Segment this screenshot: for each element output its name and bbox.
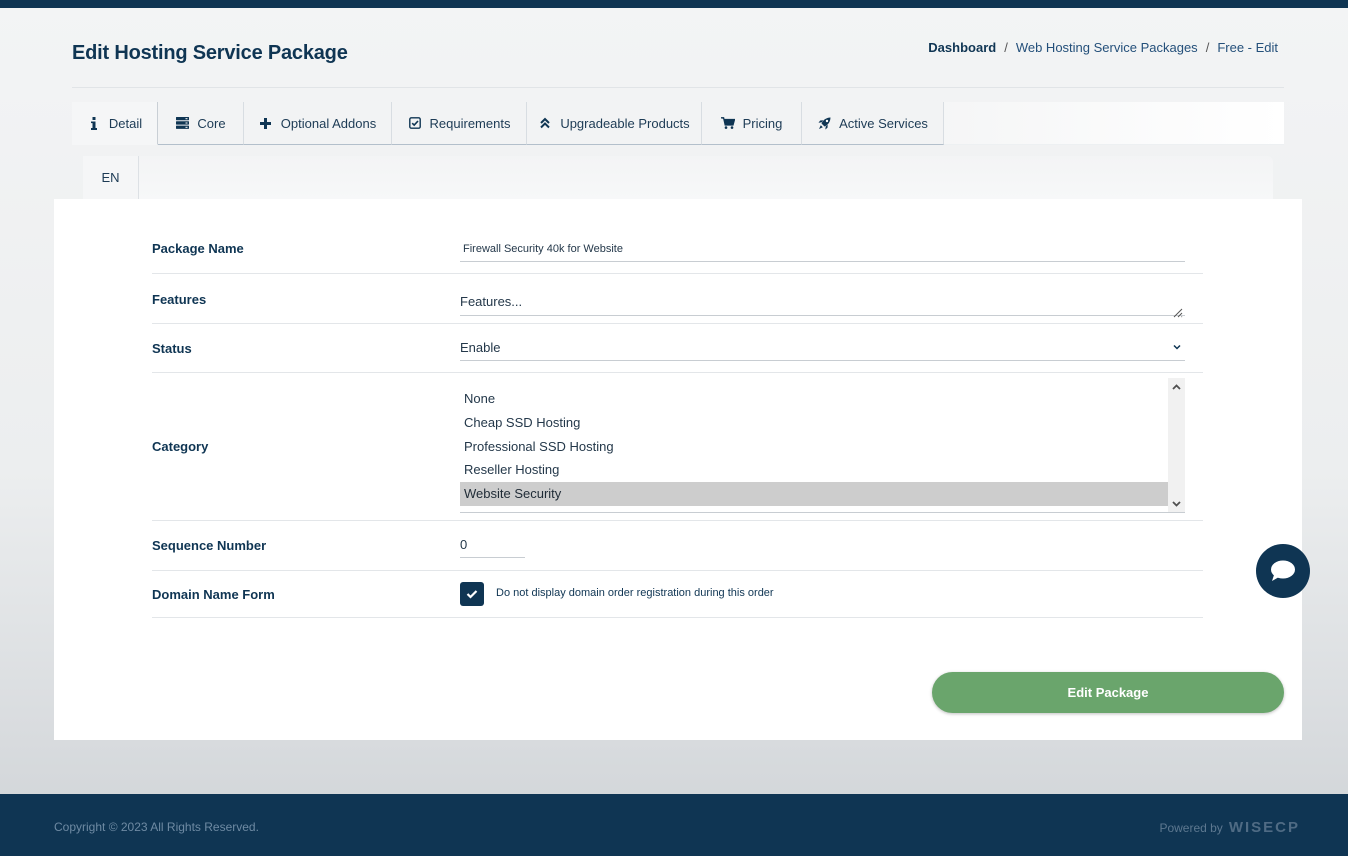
form-row-package-name: Package Name [152, 228, 1203, 274]
tab-pricing[interactable]: Pricing [702, 102, 802, 145]
rocket-icon [817, 117, 831, 130]
wisecp-logo[interactable]: WISECP [1229, 819, 1300, 836]
breadcrumb-current: Free - Edit [1217, 40, 1278, 55]
features-label: Features [152, 292, 207, 307]
double-chevron-up-icon [538, 117, 552, 129]
category-option-reseller[interactable]: Reseller Hosting [460, 458, 1168, 482]
domain-form-checkbox[interactable] [460, 582, 484, 606]
tab-detail[interactable]: Detail [72, 102, 158, 145]
package-name-label: Package Name [152, 241, 244, 256]
category-option-professional-ssd[interactable]: Professional SSD Hosting [460, 435, 1168, 459]
form-row-features: Features [152, 274, 1203, 324]
breadcrumb-packages-link[interactable]: Web Hosting Service Packages [1016, 40, 1198, 55]
chevron-down-icon [1173, 344, 1181, 350]
language-tab-en[interactable]: EN [83, 156, 139, 199]
category-label: Category [152, 439, 209, 454]
edit-package-button[interactable]: Edit Package [932, 672, 1284, 713]
sequence-number-input[interactable] [460, 532, 525, 558]
plus-icon [259, 117, 273, 129]
tab-optional-addons[interactable]: Optional Addons [244, 102, 392, 145]
breadcrumb-dashboard-link[interactable]: Dashboard [928, 40, 996, 55]
tab-upgradeable-products[interactable]: Upgradeable Products [527, 102, 702, 145]
breadcrumb: Dashboard / Web Hosting Service Packages… [928, 40, 1278, 55]
page-title: Edit Hosting Service Package [72, 42, 348, 64]
form-row-sequence-number: Sequence Number [152, 521, 1203, 571]
tabs-bar: Detail Core Optional Addons Requirements… [72, 102, 1284, 145]
category-option-cheap-ssd[interactable]: Cheap SSD Hosting [460, 411, 1168, 435]
category-scrollbar[interactable] [1168, 378, 1185, 512]
status-label: Status [152, 341, 192, 356]
tab-label: Detail [108, 115, 143, 131]
category-option-website-security[interactable]: Website Security [460, 482, 1168, 506]
form-row-category: Category None Cheap SSD Hosting Professi… [152, 373, 1203, 521]
tab-label: Requirements [429, 115, 511, 131]
language-tabs: EN [83, 156, 1273, 199]
tab-label: Optional Addons [280, 115, 377, 131]
features-textarea[interactable] [460, 289, 1185, 316]
top-bar [0, 0, 1348, 8]
status-selected-value: Enable [460, 339, 501, 355]
breadcrumb-separator: / [1004, 40, 1008, 55]
powered-by-label: Powered by [1159, 820, 1223, 835]
tab-label: Upgradeable Products [560, 115, 690, 131]
footer-powered-by: Powered by WISECP [1159, 819, 1300, 836]
footer: Copyright © 2023 All Rights Reserved. Po… [0, 794, 1348, 856]
domain-form-checkbox-label[interactable]: Do not display domain order registration… [496, 587, 774, 599]
scroll-up-icon[interactable] [1168, 379, 1185, 395]
checkbox-icon [408, 117, 422, 129]
resize-grip-icon[interactable] [1171, 306, 1183, 318]
chat-button[interactable] [1256, 544, 1310, 598]
category-option-none[interactable]: None [460, 387, 1168, 411]
tab-label: Pricing [742, 115, 783, 131]
form-row-domain-name-form: Domain Name Form Do not display domain o… [152, 571, 1203, 618]
cart-icon [720, 117, 735, 129]
sequence-number-label: Sequence Number [152, 538, 267, 553]
tab-active-services[interactable]: Active Services [802, 102, 944, 145]
tab-core[interactable]: Core [158, 102, 244, 145]
chat-bubble-icon [1271, 560, 1295, 581]
tab-label: Core [197, 115, 226, 131]
server-icon [175, 117, 189, 129]
tab-requirements[interactable]: Requirements [392, 102, 527, 145]
package-name-input[interactable] [460, 236, 1185, 262]
title-divider [72, 87, 1284, 88]
category-listbox[interactable]: None Cheap SSD Hosting Professional SSD … [460, 378, 1185, 513]
info-icon [87, 116, 101, 130]
tab-label: Active Services [839, 115, 928, 131]
status-select[interactable]: Enable [460, 334, 1185, 361]
breadcrumb-separator: / [1205, 40, 1210, 55]
form-row-status: Status Enable [152, 324, 1203, 373]
scroll-down-icon[interactable] [1168, 496, 1185, 512]
domain-name-form-label: Domain Name Form [152, 587, 275, 602]
check-icon [466, 590, 478, 599]
footer-copyright: Copyright © 2023 All Rights Reserved. [54, 820, 259, 834]
